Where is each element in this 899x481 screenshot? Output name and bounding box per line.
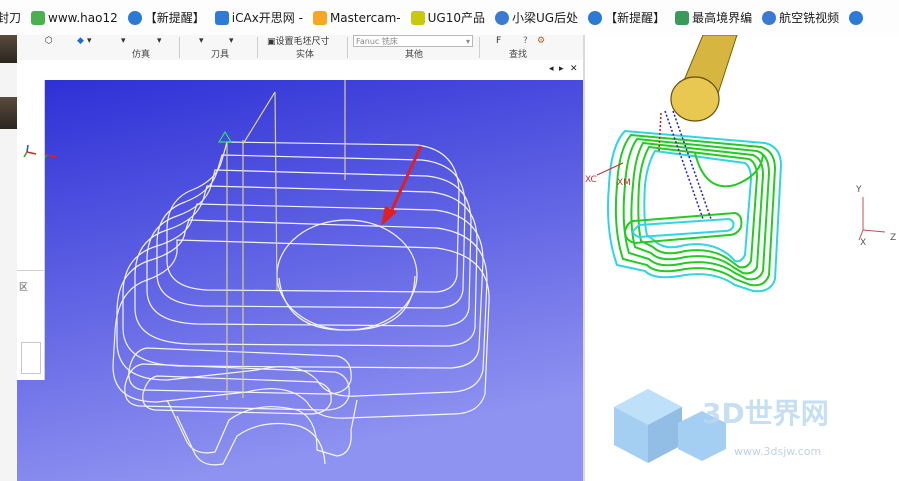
hao123-icon	[31, 10, 46, 25]
bookmark-item[interactable]: UG10产品	[410, 7, 485, 29]
left-panel-lower: 区	[17, 80, 45, 380]
chevron-down-icon[interactable]: ▾	[121, 36, 126, 46]
bookmark-label: 小梁UG后处	[511, 11, 579, 25]
help-icon[interactable]: ?	[523, 36, 528, 46]
thumbnail-image[interactable]	[0, 35, 17, 63]
ribbon-icon[interactable]: ⬡	[45, 36, 53, 46]
ribbon-toolbar: ⬡ ◆ ▾ ▾ ▾ ▾ ▾ ▣设置毛坯尺寸 Fanuc 铣床 ▾ F ? ⚙ 仿真…	[17, 35, 583, 61]
group-divider	[479, 37, 480, 58]
axis-y-label: Y	[855, 185, 862, 195]
set-blank-size-button[interactable]: ▣设置毛坯尺寸	[267, 34, 330, 47]
forum-bird-icon	[588, 10, 603, 25]
icax-icon	[214, 10, 229, 25]
axis-x-label: X	[860, 238, 866, 248]
watermark-title: 3D世界网	[702, 397, 829, 430]
group-label-find: 查找	[509, 50, 528, 60]
simulation-viewport[interactable]	[17, 80, 583, 481]
group-label-solid: 实体	[296, 50, 315, 60]
hexagon-icon	[675, 10, 690, 25]
forum-bird-icon	[127, 10, 142, 25]
chevron-down-icon[interactable]: ▾	[229, 36, 234, 46]
axis-triad-icon	[23, 144, 37, 158]
tool-tip	[670, 76, 720, 122]
machine-dropdown[interactable]: Fanuc 铣床 ▾	[353, 35, 473, 47]
group-divider	[179, 37, 180, 58]
bookmark-label: UG10产品	[427, 11, 485, 25]
group-label-simulation: 仿真	[132, 50, 151, 60]
panel-box[interactable]	[21, 342, 41, 374]
watermark-logo: 3D世界网 www.3dsjw.com	[614, 389, 829, 463]
viewport-background	[17, 80, 583, 481]
mastercam-icon	[312, 10, 327, 25]
axis-triad-icon	[23, 144, 37, 158]
panel-divider	[17, 270, 44, 271]
forum-bird-icon	[849, 10, 864, 25]
bookmark-label: www.hao12	[48, 10, 118, 25]
viewport-header: ◂ ▸ ✕	[44, 60, 583, 81]
chevron-down-icon[interactable]: ▾	[87, 36, 92, 46]
watermark-url: www.3dsjw.com	[734, 445, 821, 458]
bookmark-label: 航空铣视频	[779, 11, 840, 25]
left-thumbnail-strip	[0, 35, 18, 481]
axis-z-label: Z	[890, 233, 896, 243]
prev-icon[interactable]: ◂	[549, 64, 554, 74]
group-label-tool: 刀具	[211, 50, 230, 60]
bookmark-item[interactable]: 小梁UG后处	[494, 7, 579, 29]
bookmark-item[interactable]: 最高境界编	[675, 7, 752, 29]
bookmark-item[interactable]: 【新提醒】	[588, 7, 665, 29]
bookmark-label: 封刀	[0, 11, 22, 25]
group-divider	[347, 37, 348, 58]
xc-label: XC	[585, 175, 597, 185]
group-label-other: 其他	[405, 50, 424, 60]
bookmark-item[interactable]: 航空铣视频	[762, 7, 839, 29]
xm-label: XM	[617, 178, 631, 188]
bookmark-item[interactable]	[849, 7, 866, 29]
bookmark-item[interactable]: 【新提醒】	[127, 7, 205, 29]
ug-shield-icon	[410, 10, 425, 25]
bookmark-label: 【新提醒】	[605, 11, 666, 25]
find-button[interactable]: F	[496, 36, 501, 46]
link-icon	[494, 10, 509, 25]
blank-icon: ▣	[267, 37, 276, 47]
chevron-down-icon: ▾	[465, 37, 470, 46]
chevron-down-icon[interactable]: ▾	[199, 36, 204, 46]
settings-icon[interactable]: ⚙	[537, 36, 545, 46]
bookmark-label: Mastercam-	[329, 10, 401, 25]
bookmark-item[interactable]: Mastercam-	[312, 7, 401, 29]
next-icon[interactable]: ▸	[559, 64, 564, 74]
close-icon[interactable]: ✕	[570, 64, 578, 74]
cube-icon[interactable]: ◆	[77, 36, 84, 46]
bookmarks-bar: 封刀 www.hao12 【新提醒】 iCAx开思网 - Mastercam- UG10产…	[0, 0, 899, 36]
bookmark-item[interactable]: www.hao12	[31, 7, 118, 29]
bookmark-label: iCAx开思网 -	[231, 11, 303, 25]
link-icon	[762, 10, 777, 25]
bookmark-label: 【新提醒】	[144, 11, 205, 25]
bookmark-item[interactable]: 封刀	[0, 7, 21, 29]
bookmark-item[interactable]: iCAx开思网 -	[214, 7, 303, 29]
thumbnail-image[interactable]	[0, 97, 17, 129]
group-divider	[257, 37, 258, 58]
chevron-down-icon[interactable]: ▾	[157, 36, 162, 46]
panel-mark: 区	[19, 283, 29, 293]
bookmark-label: 最高境界编	[692, 11, 753, 25]
